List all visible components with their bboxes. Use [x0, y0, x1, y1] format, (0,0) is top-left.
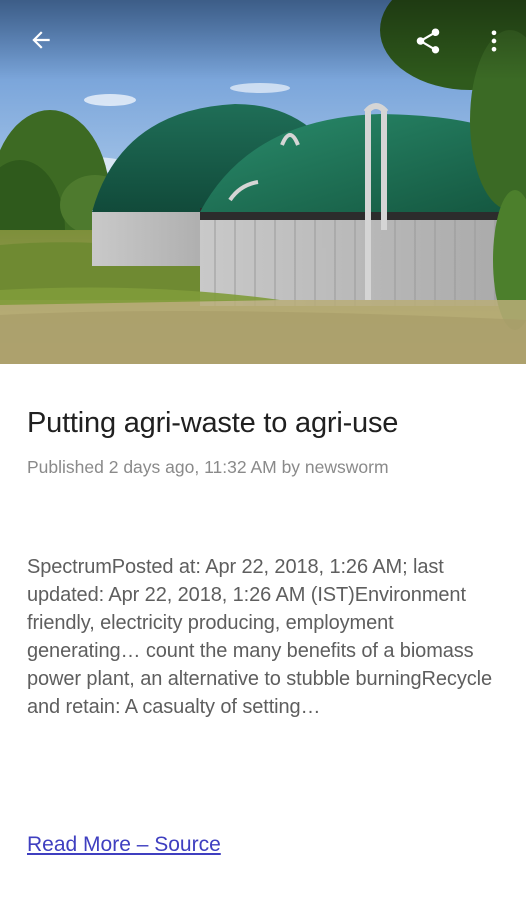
- read-more-link[interactable]: Read More – Source: [27, 831, 221, 859]
- share-icon: [416, 28, 440, 54]
- share-button[interactable]: [404, 17, 452, 65]
- article-meta: Published 2 days ago, 11:32 AM by newswo…: [27, 457, 389, 477]
- arrow-left-icon: [32, 31, 50, 49]
- article-title: Putting agri-waste to agri-use: [27, 407, 399, 439]
- article-body: SpectrumPosted at: Apr 22, 2018, 1:26 AM…: [27, 556, 492, 718]
- article-screen: Putting agri-waste to agri-use Published…: [0, 0, 526, 900]
- back-button[interactable]: [17, 16, 65, 64]
- more-options-button[interactable]: [470, 17, 518, 65]
- more-vertical-icon: [491, 30, 497, 52]
